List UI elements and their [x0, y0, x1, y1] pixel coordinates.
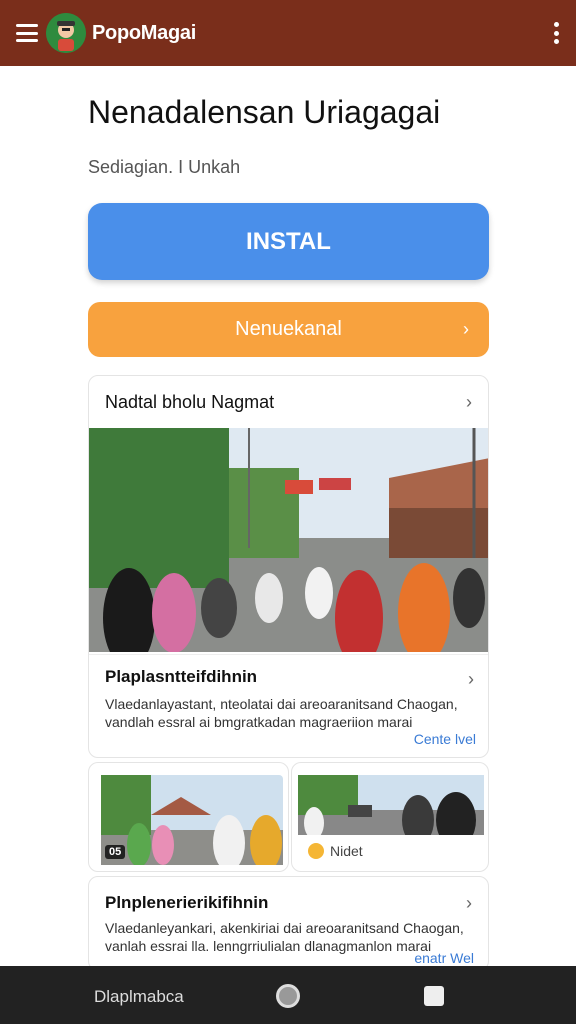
bottom-info-title: Plnplenerierikifihnin	[105, 893, 269, 912]
install-button[interactable]: INSTAL	[88, 203, 489, 280]
app-title: PopoMagai	[92, 21, 196, 44]
small-card-right[interactable]: Nidet	[291, 762, 489, 872]
more-vertical-icon[interactable]	[554, 22, 560, 44]
system-nav-bar: Dlaplmabca	[0, 966, 576, 1024]
hamburger-menu-icon[interactable]	[16, 24, 38, 42]
chevron-right-icon[interactable]: ›	[468, 669, 474, 690]
featured-card[interactable]: Nadtal bholu Nagmat › Plaplasntteifdihni…	[88, 375, 489, 758]
bottom-card-link[interactable]: enatr Wel	[414, 950, 474, 966]
featured-info-description: Vlaedanlayastant, nteolatai dai areoaran…	[105, 695, 474, 731]
home-circle-icon[interactable]	[276, 984, 300, 1008]
chevron-right-icon[interactable]: ›	[466, 893, 472, 914]
bottom-desc-line-1: Vlaedanleyankari, akenkiriai dai areoara…	[105, 920, 464, 936]
featured-desc-line-2: vandlah essral ai bmgratkadan magraeriio…	[105, 714, 413, 730]
small-card-left[interactable]: 05	[88, 762, 289, 872]
small-card-right-text: Nidet	[330, 843, 363, 859]
small-card-right-label: Nidet	[308, 843, 363, 859]
avatar-illustration-icon	[46, 13, 86, 53]
featured-card-heading: Nadtal bholu Nagmat	[105, 391, 275, 412]
chevron-right-icon: ›	[463, 319, 469, 339]
street-scene-image[interactable]	[89, 428, 489, 652]
page-subtitle: Sediagian. I Unkah	[88, 157, 241, 177]
install-button-label: INSTAL	[246, 227, 331, 255]
count-badge: 05	[105, 845, 126, 859]
secondary-button-label: Nenuekanal	[235, 318, 342, 340]
emoji-icon	[308, 843, 324, 859]
featured-info-title: Plaplasntteifdihnin	[105, 667, 258, 686]
featured-desc-line-1: Vlaedanlayastant, nteolatai dai areoaran…	[105, 696, 458, 712]
bottom-card[interactable]: Plnplenerierikifihnin › Vlaedanleyankari…	[88, 876, 489, 971]
featured-card-info: Plaplasntteifdihnin › Vlaedanlayastant, …	[89, 654, 488, 757]
chevron-right-icon[interactable]: ›	[466, 392, 472, 413]
small-card-left-image	[101, 775, 283, 865]
featured-card-header: Nadtal bholu Nagmat ›	[89, 376, 488, 428]
bottom-info-description: Vlaedanleyankari, akenkiriai dai areoara…	[105, 919, 464, 955]
recent-apps-square-icon[interactable]	[424, 986, 444, 1006]
featured-card-link[interactable]: Cente lvel	[414, 731, 476, 747]
secondary-action-button[interactable]: Nenuekanal ›	[88, 302, 489, 357]
bottom-desc-line-2: vanlah essrai lla. lenngrriulialan dlana…	[105, 938, 432, 954]
avatar[interactable]	[46, 13, 86, 53]
page-title: Nenadalensan Uriagagai	[88, 94, 441, 130]
nav-back-label[interactable]: Dlaplmabca	[94, 987, 184, 1007]
small-card-right-image	[298, 775, 484, 835]
app-bar: PopoMagai	[0, 0, 576, 66]
